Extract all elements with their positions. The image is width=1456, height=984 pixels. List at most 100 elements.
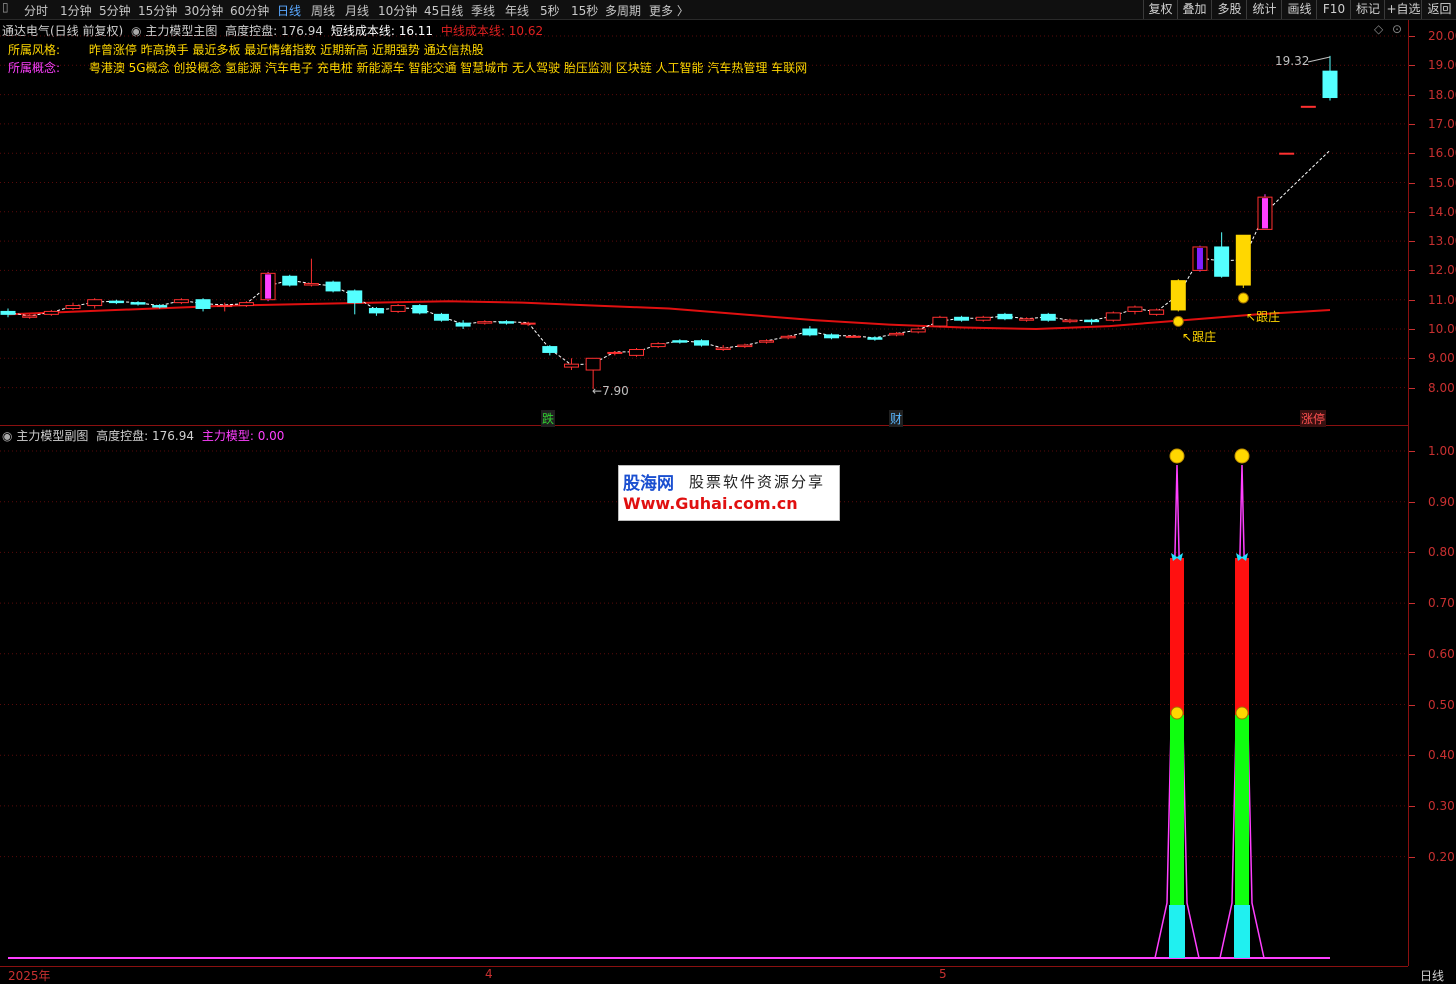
price-tick-label: 17.00 — [1428, 116, 1456, 131]
candle-body — [759, 340, 775, 343]
candle-body — [715, 347, 731, 351]
price-tick-label: 9.00 — [1428, 351, 1455, 366]
low-label: ←7.90 — [592, 384, 629, 398]
candle-body — [152, 305, 168, 308]
sub-tick-label: 0.70 — [1428, 596, 1455, 611]
toolbar-button-8[interactable]: 返回 — [1421, 0, 1456, 19]
price-tick — [1409, 329, 1415, 330]
candle-body — [1019, 318, 1035, 321]
coin-icon — [1237, 292, 1249, 304]
candle-body — [563, 363, 579, 368]
price-tick-label: 16.00 — [1428, 146, 1456, 161]
candle-body — [65, 305, 81, 309]
candle-body — [585, 357, 601, 371]
watermark-tagline: 股票软件资源分享 — [689, 473, 826, 491]
coin-icon — [1235, 706, 1249, 720]
candle-body — [1149, 309, 1165, 315]
candle-body — [347, 290, 363, 304]
candle-body — [889, 332, 905, 336]
price-tick-label: 18.00 — [1428, 87, 1456, 102]
candle-body — [910, 328, 926, 333]
price-tick-label: 10.00 — [1428, 322, 1456, 336]
candle-body — [217, 305, 233, 308]
price-tick — [1409, 94, 1415, 96]
candle-body — [0, 310, 16, 315]
model-bar-green — [1170, 715, 1184, 905]
period-label[interactable]: 日线 — [1420, 967, 1444, 984]
candle-body — [802, 328, 818, 336]
high-pointer — [1307, 56, 1331, 63]
price-tick — [1409, 387, 1415, 389]
price-tick — [1409, 36, 1415, 37]
x-label-year: 2025年 — [8, 969, 51, 983]
candle-body — [130, 302, 146, 305]
price-tick — [1409, 65, 1415, 67]
sub-tick — [1409, 552, 1415, 554]
candle-body — [1040, 313, 1056, 321]
candle-body — [1279, 152, 1295, 155]
event-badge-zhangting[interactable]: 涨停 — [1300, 410, 1327, 427]
price-tick-label: 13.00 — [1428, 234, 1456, 249]
candle-body — [520, 322, 536, 325]
candle-inner — [265, 274, 272, 299]
sub-tick — [1409, 653, 1415, 655]
candle-body — [650, 343, 666, 348]
price-tick — [1409, 241, 1415, 243]
candle-body — [997, 313, 1013, 320]
candle-body — [845, 335, 861, 338]
price-tick-label: 20.00 — [1428, 29, 1456, 43]
price-tick — [1409, 182, 1415, 184]
candle-inner — [1196, 247, 1203, 270]
candle-body — [22, 315, 38, 318]
candle-body — [628, 349, 644, 356]
candle-body — [932, 316, 948, 327]
candle-body — [954, 316, 970, 321]
sub-tick-label: 0.50 — [1428, 697, 1455, 712]
candle-body — [282, 275, 298, 286]
model-bar-red — [1235, 558, 1249, 715]
sub-tick — [1409, 755, 1415, 757]
candle-body — [173, 299, 189, 304]
zhuang-text-2: 跟庄 — [1256, 310, 1281, 324]
coin-icon — [1170, 706, 1184, 720]
sub-tick — [1409, 805, 1415, 807]
watermark-url: Www.Guhai.com.cn — [623, 494, 798, 513]
candle-body — [1322, 70, 1338, 99]
high-label: 19.32 — [1275, 54, 1310, 68]
sub-tick-label: 1.00 — [1428, 444, 1455, 458]
watermark-logo: 股海网 股票软件资源分享 Www.Guhai.com.cn — [618, 465, 840, 521]
candle-body — [1062, 319, 1078, 323]
price-tick — [1409, 299, 1415, 301]
price-tick — [1409, 358, 1415, 360]
candle-body — [1170, 280, 1186, 311]
event-badge-die[interactable]: 跌 — [541, 410, 556, 427]
candle-body — [238, 302, 254, 307]
price-tick-label: 12.00 — [1428, 263, 1456, 278]
model-bar-red — [1170, 558, 1184, 715]
sub-tick — [1409, 704, 1415, 706]
candle-body — [303, 283, 319, 286]
sub-tick-label: 0.20 — [1428, 849, 1455, 864]
price-tick — [1409, 270, 1415, 272]
candle-body — [694, 340, 710, 346]
candle-body — [1127, 306, 1143, 312]
event-badge-cai[interactable]: 财 — [889, 410, 904, 427]
price-tick-label: 8.00 — [1428, 380, 1455, 395]
sub-tick-label: 0.40 — [1428, 748, 1455, 763]
smiley-icon — [1234, 448, 1250, 464]
price-tick — [1409, 153, 1415, 155]
price-tick-label: 14.00 — [1428, 204, 1456, 219]
candle-body — [1300, 105, 1316, 108]
candle-body — [975, 316, 991, 321]
candle-body — [195, 299, 211, 309]
candle-body — [542, 346, 558, 353]
sub-tick — [1409, 856, 1415, 858]
zhuang-text-1: 跟庄 — [1192, 330, 1217, 344]
candle-inner — [1261, 198, 1268, 229]
candle-body — [87, 299, 103, 307]
sub-tick-label: 0.80 — [1428, 545, 1455, 560]
candle-body — [1214, 246, 1230, 277]
sub-tick-label: 0.90 — [1428, 494, 1455, 509]
price-tick-label: 15.00 — [1428, 175, 1456, 190]
sub-tick — [1409, 603, 1415, 605]
